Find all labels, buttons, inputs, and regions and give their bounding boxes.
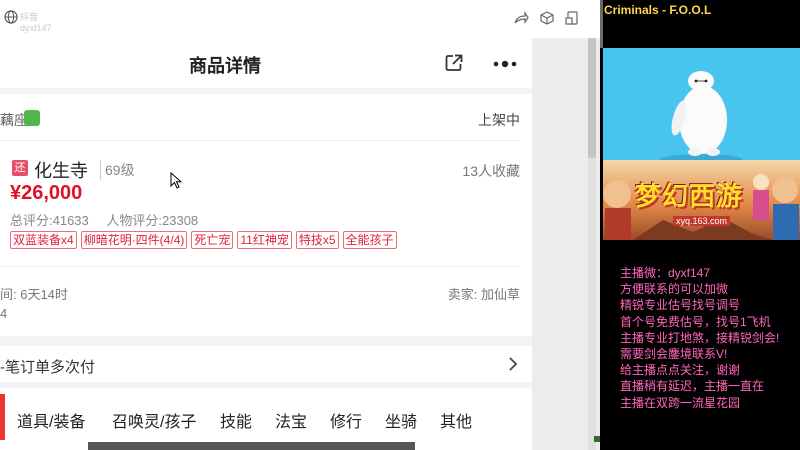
banner-title: 梦幻西游 (635, 181, 744, 211)
horizontal-scrollbar[interactable] (88, 442, 415, 450)
android-icon (24, 110, 40, 126)
now-playing: Criminals - F.O.O.L (604, 3, 712, 17)
product-card: 藕座 上架中 还 化生寺 69级 13人收藏 ¥26,000 总评分:41633… (0, 94, 532, 336)
stream-panel: Criminals - F.O.O.L 梦幻西游 xyq.163.com 主播微… (600, 0, 800, 450)
tab-indicator (0, 394, 5, 440)
screen: 抖音 dyxf147 1898177 商品详情 (0, 0, 800, 450)
page-title: 商品详情 (189, 56, 261, 76)
note-line: 直播稍有延迟，主播一直在 (620, 379, 765, 394)
forward-icon[interactable] (513, 10, 529, 26)
character-level: 69级 (100, 160, 135, 180)
feature-tag: 特技x5 (295, 231, 339, 249)
tab-cultivation[interactable]: 修行 (330, 408, 362, 432)
note-line: 主播专业打地煞，接精锐剑会! (620, 330, 780, 345)
feature-tag: 死亡宠 (191, 231, 234, 249)
divider (0, 266, 520, 267)
feature-tag: 11红神宠 (237, 231, 292, 249)
zone-row: 藕座 上架中 (0, 110, 532, 130)
tab-summons[interactable]: 召唤灵/孩子 (112, 408, 196, 432)
total-score: 总评分:41633 (10, 213, 89, 228)
browser-window: 抖音 dyxf147 1898177 商品详情 (0, 0, 600, 450)
bargain-badge: 还 (12, 160, 28, 176)
payment-row[interactable]: -笔订单多次付 (0, 346, 532, 382)
note-line: 精锐专业估号找号调号 (620, 298, 741, 313)
feature-tag: 柳暗花明·四件(4/4) (80, 231, 188, 249)
feature-tag: 全能孩子 (342, 231, 397, 249)
tab-mount[interactable]: 坐骑 (385, 408, 417, 432)
tab-equipment[interactable]: 道具/装备 (17, 408, 85, 432)
streamer-notes: 主播微：dyxf147 方便联系的可以加微 精锐专业估号找号调号 首个号免费估号… (620, 265, 779, 411)
category-tabs: 道具/装备 召唤灵/孩子 技能 法宝 修行 坐骑 其他 (0, 388, 532, 450)
video-clip (603, 48, 800, 160)
character-illustration (659, 71, 743, 160)
tab-skills[interactable]: 技能 (220, 408, 252, 432)
seller-name: 卖家: 加仙草 (447, 287, 520, 302)
favorites-count: 13人收藏 (462, 163, 520, 179)
note-line: 主播在双跨一流星花园 (620, 395, 741, 410)
feature-tag: 双蓝装备x4 (10, 231, 77, 249)
scroll-thumb[interactable] (588, 38, 596, 158)
extra-value: 4 (0, 306, 8, 321)
vertical-scrollbar[interactable] (588, 38, 596, 450)
note-line: 方便联系的可以加微 (620, 282, 729, 297)
status-label: 上架中 (478, 112, 520, 128)
cube-icon[interactable] (539, 10, 555, 26)
character-name: 化生寺 (34, 161, 88, 181)
scores: 总评分:41633 人物评分:23308 (10, 210, 212, 229)
note-line: 需要剑会鏖境联系V! (620, 347, 728, 362)
tab-treasure[interactable]: 法宝 (275, 408, 307, 432)
note-line: 给主播点点关注，谢谢 (620, 363, 741, 378)
watermark: 抖音 dyxf147 (20, 12, 52, 33)
share-icon[interactable] (444, 53, 464, 73)
char-score: 人物评分:23308 (106, 213, 199, 228)
chevron-right-icon[interactable] (508, 357, 518, 371)
product-page: 商品详情 藕座 上架中 还 化生寺 69级 13人收藏 ¥26,000 总评分:… (0, 38, 532, 450)
price: ¥26,000 (10, 182, 83, 204)
listing-time: 间: 6天14时 (0, 287, 68, 302)
more-icon[interactable] (492, 60, 518, 68)
divider (0, 140, 520, 141)
panel-edge (600, 0, 603, 48)
note-line: 首个号免费估号，找号1飞机 (620, 314, 771, 329)
game-banner: 梦幻西游 xyq.163.com (603, 160, 800, 240)
payment-label: -笔订单多次付 (0, 359, 95, 376)
globe-icon[interactable] (4, 10, 18, 24)
window-icon[interactable] (564, 10, 580, 26)
tab-other[interactable]: 其他 (440, 408, 472, 432)
mouse-cursor-icon (170, 172, 182, 189)
banner-url: xyq.163.com (673, 216, 731, 226)
note-line: 主播微：dyxf147 (620, 266, 711, 280)
feature-tags: 双蓝装备x4 柳暗花明·四件(4/4) 死亡宠 11红神宠 特技x5 全能孩子 (10, 231, 401, 249)
browser-toolbar: 抖音 dyxf147 (0, 0, 600, 38)
nav-bar: 商品详情 (0, 38, 532, 88)
